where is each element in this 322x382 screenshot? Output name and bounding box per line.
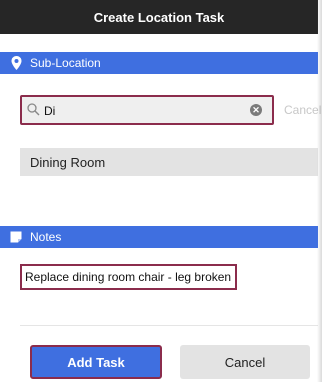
title-bar: Create Location Task	[0, 0, 318, 34]
list-item[interactable]: Dining Room	[20, 148, 318, 176]
search-row: Di ✕ Cancel	[0, 85, 321, 135]
edge-shadow	[317, 0, 322, 382]
notes-field[interactable]: Replace dining room chair - leg broken	[20, 264, 238, 290]
note-icon	[10, 230, 22, 244]
add-task-button[interactable]: Add Task	[30, 345, 162, 379]
list-item-label: Dining Room	[30, 154, 106, 170]
search-cancel-button[interactable]: Cancel	[284, 103, 321, 117]
notes-header-label: Notes	[30, 230, 62, 244]
divider	[20, 325, 318, 326]
cancel-button[interactable]: Cancel	[180, 345, 310, 379]
location-pin-icon	[10, 56, 22, 70]
search-input-value: Di	[44, 104, 56, 118]
sublocation-header: Sub-Location	[0, 52, 318, 74]
search-input[interactable]: Di ✕	[20, 95, 274, 125]
notes-field-value: Replace dining room chair - leg broken	[25, 270, 232, 284]
clear-icon[interactable]: ✕	[250, 104, 262, 116]
window-title: Create Location Task	[93, 9, 225, 25]
sublocation-header-label: Sub-Location	[30, 56, 101, 70]
notes-header: Notes	[0, 226, 318, 248]
create-location-task-screen: Create Location Task Sub-Location Di ✕ C…	[0, 0, 322, 382]
search-icon	[27, 103, 40, 121]
